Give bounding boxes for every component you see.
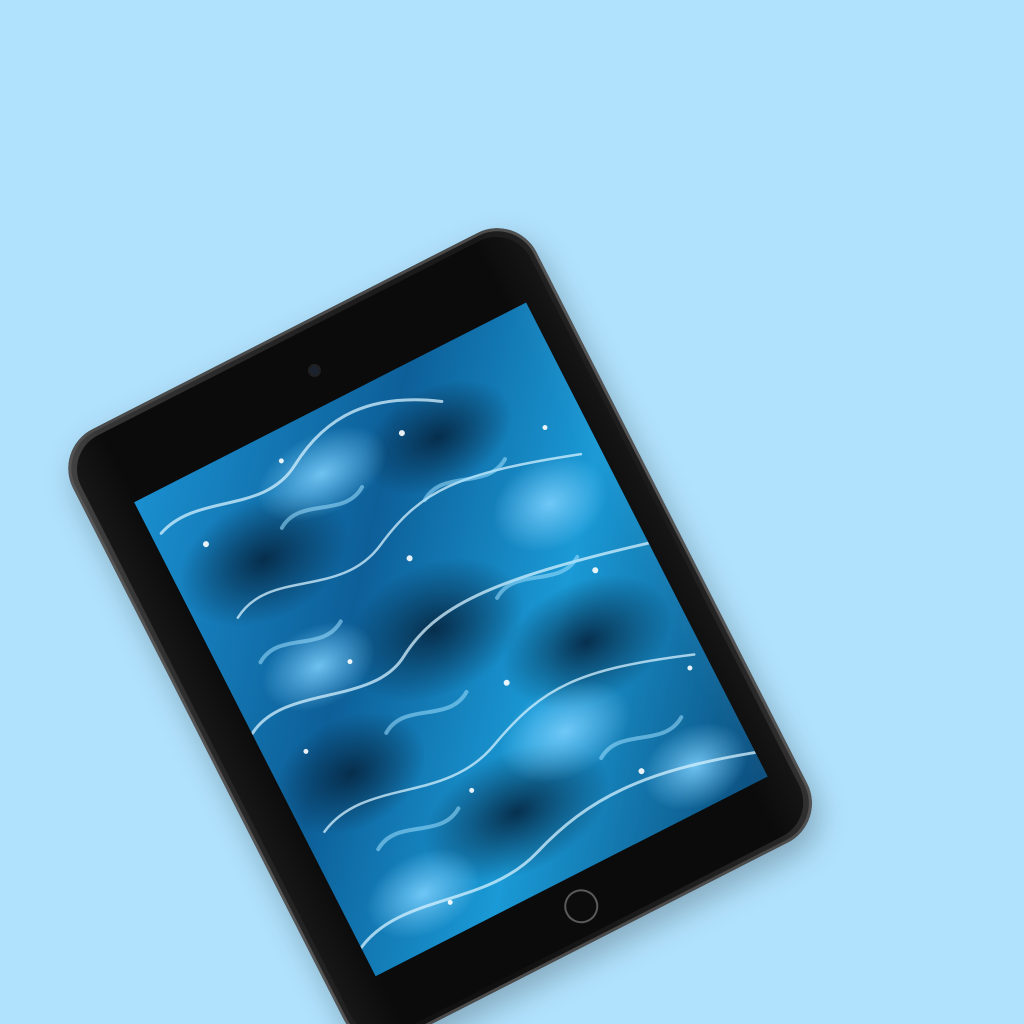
scene-background [0, 0, 1024, 1024]
tablet-bezel [63, 223, 817, 1024]
water-wallpaper [134, 302, 768, 977]
tablet-screen[interactable] [134, 302, 768, 977]
home-button-icon[interactable] [558, 883, 605, 930]
camera-icon [308, 364, 321, 377]
tablet-device [53, 213, 828, 1024]
tablet-wrap [0, 0, 1024, 1024]
